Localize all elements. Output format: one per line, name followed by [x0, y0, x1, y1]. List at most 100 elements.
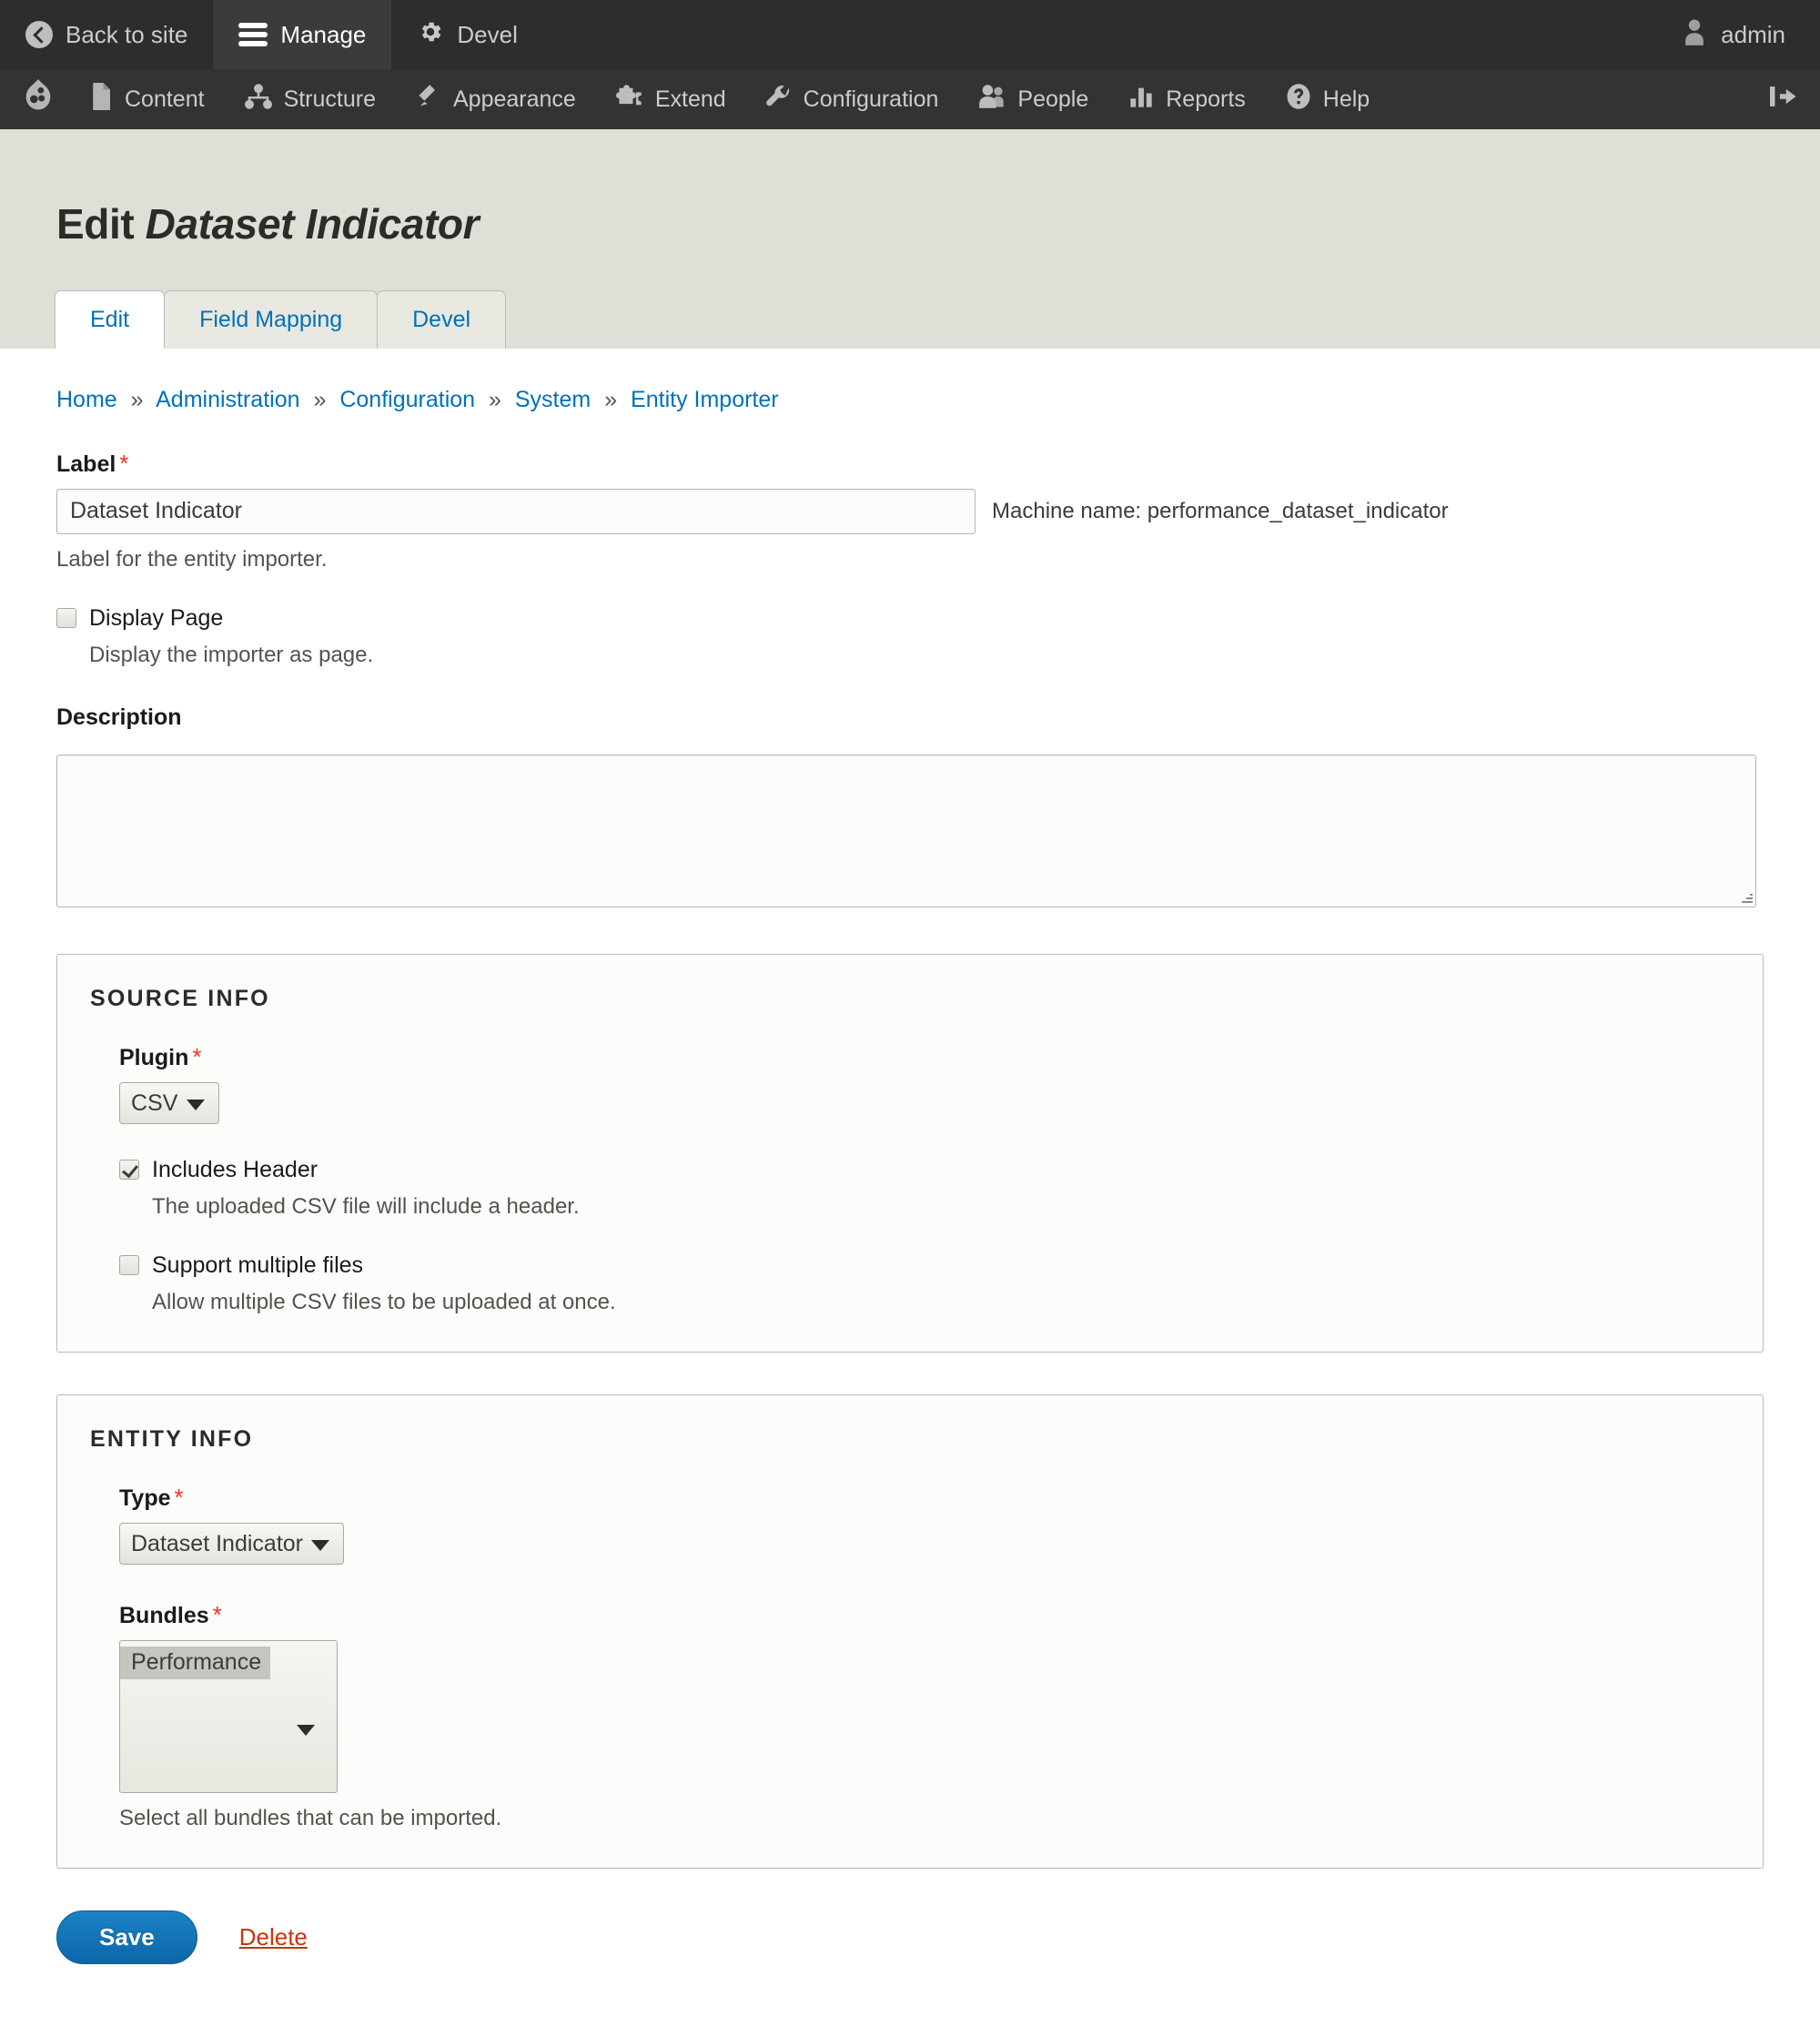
breadcrumb-link-entity-importer[interactable]: Entity Importer [631, 387, 779, 412]
breadcrumb-link-configuration[interactable]: Configuration [339, 387, 475, 412]
save-button[interactable]: Save [56, 1910, 197, 1964]
label-field-title: Label * [56, 450, 1764, 478]
display-page-checkbox-row[interactable]: Display Page [56, 605, 1764, 632]
people-icon [978, 84, 1006, 116]
tab-field-mapping[interactable]: Field Mapping [164, 289, 379, 349]
tab-edit[interactable]: Edit [55, 289, 166, 349]
structure-icon [244, 83, 272, 116]
display-page-checkbox[interactable] [56, 608, 76, 629]
includes-header-checkbox[interactable] [119, 1160, 139, 1181]
type-select[interactable]: Dataset Indicator [119, 1522, 344, 1565]
puzzle-icon [615, 84, 643, 116]
entity-info-fieldset: ENTITY INFO Type * Dataset Indicator Bund… [56, 1393, 1764, 1869]
label-input[interactable] [56, 488, 976, 534]
chevron-down-icon [297, 1724, 315, 1736]
support-multiple-files-label: Support multiple files [152, 1252, 364, 1278]
breadcrumb-link-administration[interactable]: Administration [156, 387, 299, 412]
breadcrumb-separator: » [313, 386, 327, 412]
menu-item-content-label: Content [125, 86, 205, 112]
tab-edit-label: Edit [90, 306, 130, 332]
menu-item-help[interactable]: Help [1266, 69, 1390, 129]
main-content: Home » Administration » Configuration » … [0, 348, 1820, 2037]
type-field-title: Type * [119, 1484, 1730, 1512]
menu-item-people[interactable]: People [958, 69, 1108, 129]
menu-item-structure[interactable]: Structure [225, 69, 396, 129]
support-multiple-files-description: Allow multiple CSV files to be uploaded … [152, 1289, 616, 1314]
menu-item-content[interactable]: Content [69, 69, 225, 129]
form-actions: Save Delete [0, 1869, 1820, 1964]
bundles-field-title: Bundles * [119, 1601, 1730, 1629]
machine-name-display: Machine name: performance_dataset_indica… [992, 498, 1449, 523]
menu-item-appearance-label: Appearance [453, 86, 576, 112]
page-title-entity: Dataset Indicator [145, 199, 480, 248]
toolbar-collapse-icon [1767, 83, 1800, 117]
toolbar-tab-manage[interactable]: Manage [213, 0, 392, 69]
breadcrumb-link-home[interactable]: Home [56, 387, 117, 412]
wrench-icon [765, 84, 792, 116]
page-header-region: Edit Dataset Indicator Edit Field Mappin… [0, 129, 1820, 349]
includes-header-checkbox-row[interactable]: Includes Header [119, 1157, 1730, 1183]
menu-item-structure-label: Structure [283, 86, 376, 112]
breadcrumb-separator: » [604, 386, 618, 412]
source-info-fieldset: SOURCE INFO Plugin * CSV Includes Header … [56, 953, 1764, 1353]
entity-info-body: Type * Dataset Indicator Bundles * Perform… [90, 1484, 1730, 1831]
tab-field-mapping-label: Field Mapping [199, 306, 343, 332]
toolbar-tab-manage-label: Manage [280, 20, 367, 48]
menu-item-configuration[interactable]: Configuration [746, 69, 959, 129]
label-field-description: Label for the entity importer. [56, 546, 328, 572]
delete-link[interactable]: Delete [239, 1923, 308, 1951]
plugin-select[interactable]: CSV [119, 1081, 219, 1124]
description-textarea[interactable] [56, 754, 1756, 907]
entity-importer-form: Label* Machine name: performance_dataset… [0, 450, 1820, 1869]
back-to-site-label: Back to site [66, 20, 188, 48]
type-field-title-text: Type [119, 1485, 171, 1511]
bundles-option-row[interactable]: Performance [120, 1646, 337, 1679]
menu-item-help-label: Help [1322, 86, 1370, 112]
required-marker: * [174, 1483, 184, 1511]
primary-tabs: Edit Field Mapping Devel [0, 289, 1820, 349]
drupal-home-link[interactable] [0, 69, 69, 129]
bundles-option-performance[interactable]: Performance [120, 1646, 271, 1679]
plugin-field-title: Plugin * [119, 1043, 1730, 1071]
back-arrow-icon [25, 21, 53, 48]
entity-info-legend: ENTITY INFO [90, 1425, 254, 1452]
support-multiple-files-checkbox-row[interactable]: Support multiple files [119, 1252, 1730, 1279]
admin-toolbar-top: Back to site Manage Devel admin [0, 0, 1820, 69]
bundles-description: Select all bundles that can be imported. [119, 1805, 502, 1830]
bar-chart-icon [1128, 84, 1154, 116]
description-textarea-wrapper [56, 754, 1756, 907]
description-field-title: Description [56, 704, 182, 730]
plugin-field-title-text: Plugin [119, 1044, 189, 1070]
display-page-description: Display the importer as page. [89, 642, 374, 667]
toolbar-orientation-toggle[interactable] [1747, 69, 1820, 129]
display-page-label: Display Page [89, 604, 224, 631]
user-name-label: admin [1721, 20, 1785, 48]
document-icon [89, 82, 113, 117]
drupal-drop-icon [24, 78, 53, 120]
admin-menu-bar: Content Structure Appearance Extend Conf… [0, 69, 1820, 129]
page-title: Edit Dataset Indicator [0, 199, 1820, 248]
menu-item-appearance[interactable]: Appearance [396, 69, 596, 129]
bundles-listbox[interactable]: Performance [119, 1639, 338, 1793]
breadcrumb-link-system[interactable]: System [515, 387, 591, 412]
user-account-menu[interactable]: admin [1655, 0, 1820, 69]
menu-item-extend[interactable]: Extend [596, 69, 746, 129]
breadcrumb: Home » Administration » Configuration » … [0, 349, 1820, 413]
source-info-body: Plugin * CSV Includes Header The uploaded… [90, 1043, 1730, 1315]
source-info-legend: SOURCE INFO [90, 985, 270, 1011]
menu-item-reports-label: Reports [1166, 86, 1246, 112]
toolbar-tab-devel[interactable]: Devel [391, 0, 542, 69]
bundles-field-title-text: Bundles [119, 1602, 209, 1628]
tab-devel[interactable]: Devel [377, 289, 507, 349]
tab-devel-label: Devel [412, 306, 471, 332]
includes-header-label: Includes Header [152, 1156, 318, 1182]
user-avatar-icon [1681, 17, 1708, 53]
toolbar-tab-devel-label: Devel [457, 20, 518, 48]
breadcrumb-separator: » [130, 386, 144, 412]
support-multiple-files-checkbox[interactable] [119, 1255, 139, 1276]
label-field-row: Machine name: performance_dataset_indica… [56, 488, 1764, 534]
back-to-site-button[interactable]: Back to site [0, 0, 213, 69]
menu-item-reports[interactable]: Reports [1108, 69, 1266, 129]
required-marker: * [192, 1042, 202, 1070]
